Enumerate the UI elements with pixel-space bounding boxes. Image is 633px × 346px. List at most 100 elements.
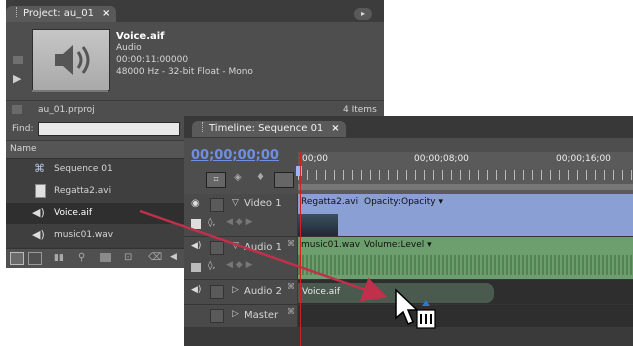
audio1-track-lane[interactable]: music01.wav Volume:Level ▾ — [298, 237, 633, 280]
video-clip-name: Regatta2.avi — [301, 197, 359, 207]
speaker-toggle-icon[interactable]: ◀) — [191, 241, 201, 251]
list-item[interactable]: ◀) music01.wav — [6, 225, 189, 247]
poster-frame-icon[interactable] — [13, 56, 23, 64]
track-label: Master — [244, 310, 279, 321]
lock-toggle[interactable] — [210, 309, 224, 323]
playhead-marker-icon[interactable] — [296, 166, 302, 176]
video-thumbnail — [298, 214, 338, 236]
video-file-icon — [35, 184, 46, 198]
eye-icon[interactable]: ◉ — [191, 198, 200, 209]
drag-grip-icon[interactable] — [202, 122, 206, 132]
set-marker-icon[interactable]: ♦ — [256, 172, 265, 183]
scroll-left-icon[interactable]: ◀ — [170, 252, 177, 262]
keyframe-icon[interactable]: ◊, — [208, 218, 215, 228]
time-ruler[interactable]: 00;00 00;00;08;00 00;00;16;00 — [296, 152, 633, 194]
keyframe-nav-icon[interactable]: ◀ ◆ ▶ — [226, 260, 253, 270]
lock-toggle[interactable] — [210, 198, 224, 212]
list-item-selected[interactable]: ◀) Voice.aif — [6, 203, 189, 225]
panel-menu-icon[interactable]: ▸ — [354, 8, 372, 20]
speaker-toggle-icon[interactable]: ◀) — [191, 285, 201, 295]
music-clip-name: music01.wav — [301, 240, 361, 250]
new-bin-icon[interactable] — [100, 253, 111, 262]
video-clip[interactable]: Regatta2.avi Opacity:Opacity ▾ — [298, 194, 633, 214]
find-icon[interactable]: ⚲ — [78, 252, 85, 263]
clip-name: Voice.aif — [116, 31, 165, 42]
column-name-label: Name — [10, 144, 37, 154]
sync-lock-icon[interactable]: ⌘ — [287, 282, 295, 291]
track-label: Audio 2 — [244, 286, 282, 297]
speaker-icon — [55, 45, 90, 75]
list-item[interactable]: ⌘ Sequence 01 — [6, 159, 189, 181]
drag-grip-icon[interactable] — [16, 7, 20, 17]
audio-file-icon: ◀) — [32, 228, 45, 241]
audio-clip-music[interactable]: music01.wav Volume:Level ▾ — [298, 237, 633, 279]
video-clip-effect-label: Opacity:Opacity — [364, 197, 436, 207]
ruler-label: 00;00;08;00 — [414, 154, 469, 164]
list-item-label: music01.wav — [54, 230, 114, 240]
track-label: Audio 1 — [244, 242, 282, 253]
find-input[interactable] — [38, 122, 180, 136]
close-icon[interactable]: × — [331, 123, 339, 134]
thumbnail-scrubber[interactable] — [32, 90, 108, 92]
track-header-audio2: ◀) ▷ Audio 2 ⌘ — [184, 280, 297, 305]
expand-triangle-icon[interactable]: ▷ — [232, 309, 239, 319]
video1-track-lane[interactable]: Regatta2.avi Opacity:Opacity ▾ — [298, 194, 633, 237]
video-clip-body — [338, 214, 633, 236]
drag-cursor-icon — [393, 288, 437, 335]
list-item-label: Regatta2.avi — [54, 186, 112, 196]
expand-triangle-icon[interactable]: ▷ — [232, 285, 239, 295]
play-icon[interactable]: ▶ — [13, 72, 21, 85]
video-clip-effect: Opacity:Opacity ▾ — [364, 197, 443, 207]
project-file-name: au_01.prproj — [38, 105, 95, 115]
tab-project[interactable]: Project: au_01 × — [6, 6, 117, 22]
clip-type: Audio — [116, 43, 142, 53]
automate-icon[interactable]: ▮▮ — [54, 253, 64, 263]
item-count: 4 Items — [343, 105, 377, 115]
sequence-icon: ⌘ — [34, 162, 45, 175]
tab-timeline[interactable]: Timeline: Sequence 01 × — [192, 121, 346, 137]
lock-toggle[interactable] — [210, 285, 224, 299]
music-clip-effect-label: Volume:Level — [364, 240, 425, 250]
keyframe-icon[interactable]: ◊, — [208, 261, 215, 271]
track-header-master: ▷ Master ⌘ — [184, 305, 297, 328]
playhead-line[interactable] — [300, 152, 301, 346]
set-marker-icon[interactable]: ◈ — [234, 172, 242, 183]
track-header-audio1: ◀) ▽ Audio 1 ◊, ◀ ◆ ▶ ⌘ — [184, 237, 297, 280]
audio-file-icon: ◀) — [32, 206, 45, 219]
list-item-label: Sequence 01 — [54, 164, 113, 174]
icon-view-icon[interactable] — [28, 252, 42, 265]
tab-timeline-label: Timeline: Sequence 01 — [209, 123, 324, 134]
delete-icon[interactable]: ⌫ — [148, 252, 162, 263]
audio-thumbnail — [32, 29, 110, 91]
ruler-label: 00;00;16;00 — [556, 154, 611, 164]
tab-project-label: Project: au_01 — [23, 8, 94, 19]
find-label: Find: — [12, 124, 34, 134]
list-item[interactable]: Regatta2.avi — [6, 181, 189, 203]
snap-icon[interactable]: ⌗ — [206, 172, 226, 188]
clip-format: 48000 Hz - 32-bit Float - Mono — [116, 67, 253, 77]
audio2-track-lane[interactable]: Voice.aif — [298, 280, 633, 305]
sync-lock-icon[interactable]: ⌘ — [287, 307, 295, 316]
clip-duration: 00:00:11:00000 — [116, 55, 189, 65]
ruler-ticks — [298, 170, 633, 180]
display-style-icon[interactable] — [191, 219, 201, 229]
master-track-lane[interactable] — [298, 305, 633, 327]
voice-clip-name: Voice.aif — [302, 287, 340, 297]
collapse-triangle-icon[interactable]: ▽ — [232, 241, 239, 251]
track-label: Video 1 — [244, 198, 282, 209]
new-item-icon[interactable]: ⊡ — [124, 252, 132, 263]
collapse-triangle-icon[interactable]: ▽ — [232, 198, 239, 208]
sync-lock-icon[interactable]: ⌘ — [287, 239, 295, 248]
viewing-area-bar[interactable] — [298, 184, 633, 190]
lock-toggle[interactable] — [210, 241, 224, 255]
keyframe-nav-icon[interactable]: ◀ ◆ ▶ — [226, 217, 253, 227]
work-area-icon[interactable] — [274, 172, 294, 188]
timeline-header: 00;00;00;00 ⌗ ◈ ♦ 00;00 00;00;08;00 00;0… — [184, 138, 633, 194]
display-style-icon[interactable] — [191, 263, 201, 272]
track-header-video1: ◉ ▽ Video 1 ◊, ◀ ◆ ▶ — [184, 194, 297, 237]
close-icon[interactable]: × — [102, 8, 110, 19]
list-view-icon[interactable] — [10, 252, 24, 265]
current-timecode[interactable]: 00;00;00;00 — [191, 148, 279, 163]
project-file-icon — [12, 105, 22, 114]
ruler-label: 00;00 — [302, 154, 328, 164]
